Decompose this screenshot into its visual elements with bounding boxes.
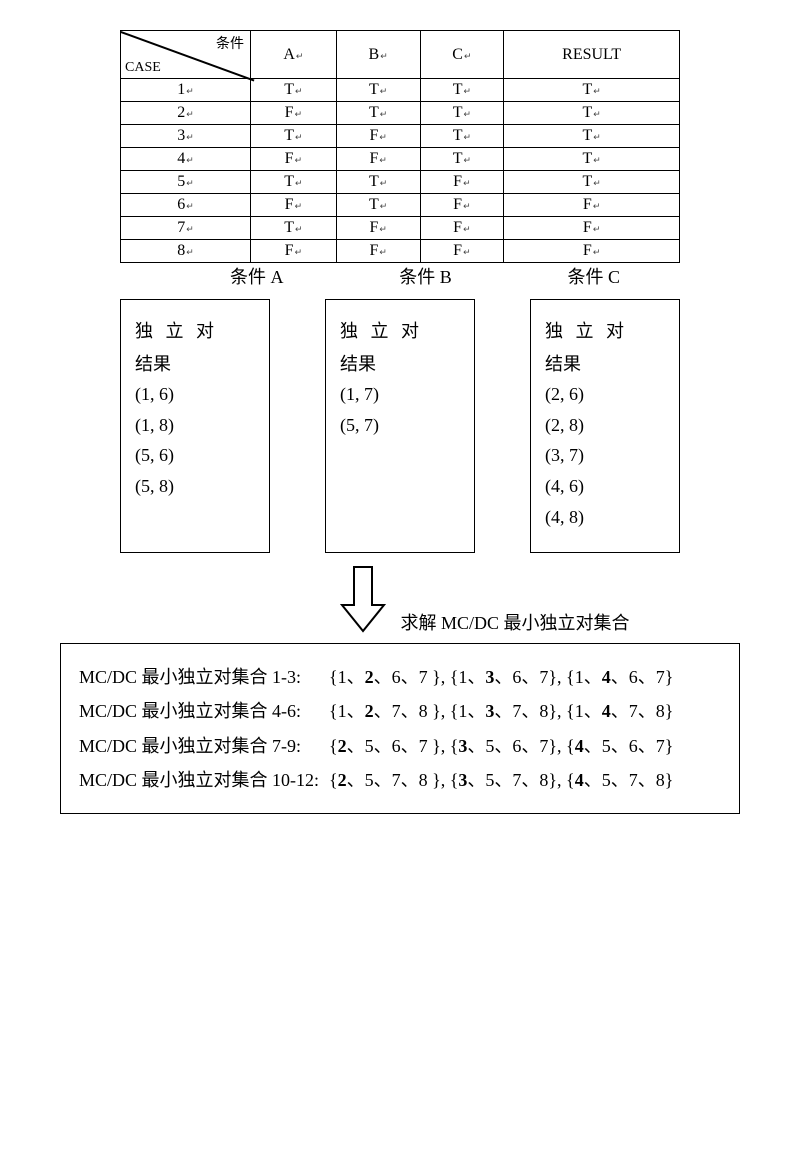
col-A: A↵ (251, 31, 337, 79)
condition-labels: 条件 A 条件 B 条件 C (120, 263, 680, 289)
table-row: 6↵F↵T↵F↵F↵ (121, 194, 680, 217)
pair-item: (5, 7) (340, 410, 460, 441)
cond-A: 条件 A (230, 263, 284, 289)
arrow-label: 求解 MC/DC 最小独立对集合 (400, 565, 629, 635)
pair-item: (5, 6) (135, 440, 255, 471)
down-arrow-icon (340, 565, 386, 635)
pair-item: (2, 6) (545, 379, 665, 410)
result-label-3: MC/DC 最小独立对集合 7-9: (79, 729, 329, 763)
result-label-4: MC/DC 最小独立对集合 10-12: (79, 763, 329, 797)
col-C: C↵ (420, 31, 504, 79)
pair-box-B: 独 立 对 结果 (1, 7)(5, 7) (325, 299, 475, 553)
pair-item: (3, 7) (545, 440, 665, 471)
corner-top: 条件 (216, 33, 244, 53)
arrow-zone: 求解 MC/DC 最小独立对集合 (60, 565, 740, 635)
corner-header: 条件 CASE (121, 31, 251, 79)
results-box: MC/DC 最小独立对集合 1-3: {1、2、6、7 }, {1、3、6、7}… (60, 643, 740, 814)
table-row: 2↵F↵T↵T↵T↵ (121, 102, 680, 125)
pair-item: (1, 7) (340, 379, 460, 410)
pair-item: (4, 6) (545, 471, 665, 502)
table-row: 1↵T↵T↵T↵T↵ (121, 79, 680, 102)
table-row: 8↵F↵F↵F↵F↵ (121, 240, 680, 263)
pair-item: (1, 8) (135, 410, 255, 441)
col-result: RESULT (504, 31, 680, 79)
result-label-2: MC/DC 最小独立对集合 4-6: (79, 694, 329, 728)
col-B: B↵ (336, 31, 420, 79)
pair-item: (2, 8) (545, 410, 665, 441)
pair-item: (5, 8) (135, 471, 255, 502)
table-row: 7↵T↵F↵F↵F↵ (121, 217, 680, 240)
pair-box-A: 独 立 对 结果 (1, 6)(1, 8)(5, 6)(5, 8) (120, 299, 270, 553)
table-row: 5↵T↵T↵F↵T↵ (121, 171, 680, 194)
corner-bottom: CASE (125, 60, 161, 76)
truth-table: 条件 CASE A↵ B↵ C↵ RESULT 1↵T↵T↵T↵T↵2↵F↵T↵… (120, 30, 680, 263)
pair-box-C: 独 立 对 结果 (2, 6)(2, 8)(3, 7)(4, 6)(4, 8) (530, 299, 680, 553)
pair-boxes: 独 立 对 结果 (1, 6)(1, 8)(5, 6)(5, 8) 独 立 对 … (120, 299, 680, 553)
table-row: 3↵T↵F↵T↵T↵ (121, 125, 680, 148)
result-label-1: MC/DC 最小独立对集合 1-3: (79, 660, 329, 694)
pair-item: (1, 6) (135, 379, 255, 410)
pair-item: (4, 8) (545, 502, 665, 533)
table-row: 4↵F↵F↵T↵T↵ (121, 148, 680, 171)
cond-C: 条件 C (567, 263, 620, 289)
cond-B: 条件 B (399, 263, 452, 289)
